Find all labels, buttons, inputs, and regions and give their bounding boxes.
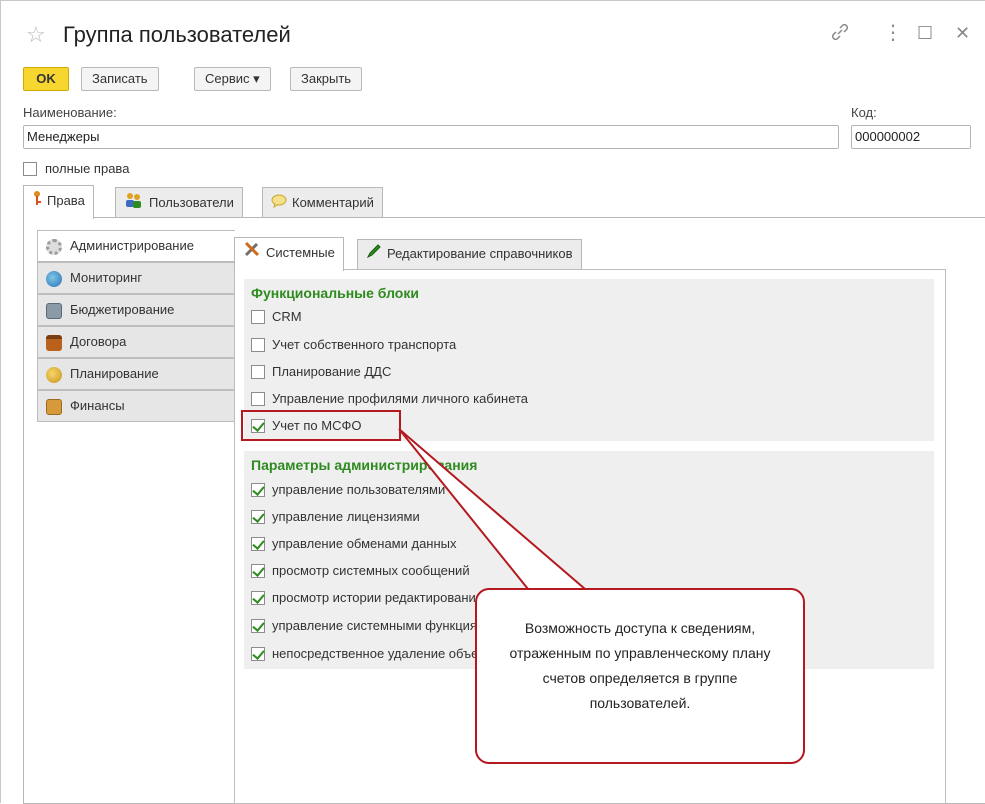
ifrs-highlight-frame [241,410,401,441]
tab-rights-label: Права [47,193,85,208]
admin-param-checkbox[interactable] [251,483,265,497]
window-title: Группа пользователей [63,22,291,47]
admin-param-label: просмотр истории редактирования [272,590,483,605]
code-input[interactable]: 000000002 [851,125,971,149]
admin-param-label: управление системными функциями [272,618,494,633]
link-icon[interactable] [829,21,851,49]
favorite-star-icon[interactable]: ☆ [26,23,46,47]
side-item-label: Договора [70,334,127,349]
form-window: ☆ Группа пользователей ⋮ ☐ ✕ OK Записать… [0,0,985,804]
finance-icon [46,398,62,415]
crm-label: CRM [272,309,302,324]
more-vertical-icon[interactable]: ⋮ [883,21,903,45]
full-rights-checkbox[interactable] [23,162,37,176]
admin-param-label: непосредственное удаление объектов [272,646,505,661]
tab-users-label: Пользователи [149,195,234,210]
side-item-budgeting[interactable]: Бюджетирование [37,294,235,326]
service-menu-button[interactable]: Сервис ▾ [194,67,271,91]
pencil-icon [366,241,382,269]
admin-param-label: управление лицензиями [272,509,420,524]
side-item-label: Администрирование [70,238,194,253]
own-transport-checkbox[interactable] [251,338,265,352]
code-label: Код: [851,105,877,120]
tab-rights[interactable]: Права [23,185,94,219]
tab-system-label: Системные [266,245,335,260]
users-icon [124,189,144,219]
globe-icon [46,270,62,287]
admin-params-title: Параметры администрирования [251,457,478,473]
name-input[interactable]: Менеджеры [23,125,839,149]
tab-edit-directories[interactable]: Редактирование справочников [357,239,582,269]
side-item-finance[interactable]: Финансы [37,390,235,422]
comment-icon [271,189,287,219]
full-rights-label: полные права [45,161,130,176]
admin-param-checkbox[interactable] [251,591,265,605]
tab-users[interactable]: Пользователи [115,187,243,219]
close-icon[interactable]: ✕ [955,21,970,45]
cabinet-profiles-label: Управление профилями личного кабинета [272,391,529,406]
tab-edit-directories-label: Редактирование справочников [387,246,573,261]
briefcase-icon [46,334,62,351]
close-button[interactable]: Закрыть [290,67,363,91]
admin-param-label: просмотр системных сообщений [272,563,470,578]
side-item-administration[interactable]: Администрирование [37,230,235,262]
tab-comment-label: Комментарий [292,195,374,210]
dds-planning-checkbox[interactable] [251,365,265,379]
own-transport-label: Учет собственного транспорта [272,337,457,352]
calculator-icon [46,302,62,319]
admin-param-checkbox[interactable] [251,619,265,633]
tools-icon [243,239,261,269]
functional-blocks-title: Функциональные блоки [251,285,419,301]
name-label: Наименование: [23,105,117,120]
side-list-divider [37,425,235,804]
side-item-monitoring[interactable]: Мониторинг [37,262,235,294]
admin-param-checkbox[interactable] [251,510,265,524]
side-item-contracts[interactable]: Договора [37,326,235,358]
gear-icon [46,238,62,255]
crm-checkbox[interactable] [251,310,265,324]
dds-planning-label: Планирование ДДС [272,364,392,379]
key-icon [32,187,42,217]
tab-system[interactable]: Системные [234,237,344,271]
side-item-planning[interactable]: Планирование [37,358,235,390]
admin-param-checkbox[interactable] [251,564,265,578]
admin-param-label: управление обменами данных [272,536,457,551]
coins-icon [46,366,62,383]
maximize-icon[interactable]: ☐ [917,21,933,45]
admin-param-checkbox[interactable] [251,537,265,551]
admin-param-checkbox[interactable] [251,647,265,661]
side-item-label: Бюджетирование [70,302,175,317]
ok-button[interactable]: OK [23,67,69,91]
admin-param-label: управление пользователями [272,482,446,497]
side-item-label: Финансы [70,398,125,413]
cabinet-profiles-checkbox[interactable] [251,392,265,406]
save-button[interactable]: Записать [81,67,159,91]
callout-note: Возможность доступа к сведениям, отражен… [475,588,805,764]
tab-comment[interactable]: Комментарий [262,187,383,219]
side-item-label: Планирование [70,366,159,381]
side-item-label: Мониторинг [70,270,143,285]
